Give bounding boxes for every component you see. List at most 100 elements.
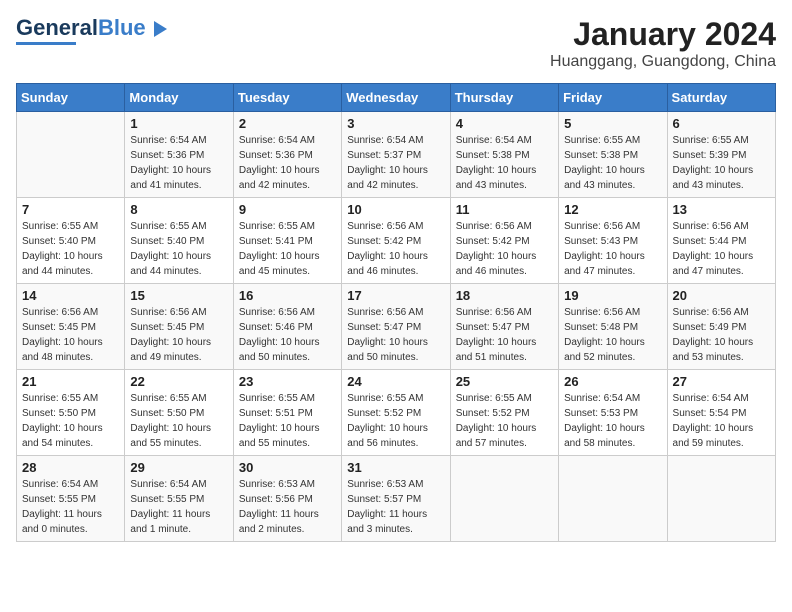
day-info: Sunrise: 6:54 AMSunset: 5:37 PMDaylight:… [347, 133, 444, 193]
logo-general: General [16, 15, 98, 40]
day-cell: 2 Sunrise: 6:54 AMSunset: 5:36 PMDaylight… [233, 112, 341, 198]
day-cell: 8 Sunrise: 6:55 AMSunset: 5:40 PMDaylight… [125, 198, 233, 284]
day-info: Sunrise: 6:56 AMSunset: 5:42 PMDaylight:… [347, 219, 444, 279]
day-number: 18 [456, 288, 553, 303]
day-info: Sunrise: 6:56 AMSunset: 5:47 PMDaylight:… [456, 305, 553, 365]
day-cell: 24Sunrise: 6:55 AMSunset: 5:52 PMDayligh… [342, 370, 450, 456]
header-cell-tuesday: Tuesday [233, 84, 341, 112]
day-info: Sunrise: 6:56 AMSunset: 5:46 PMDaylight:… [239, 305, 336, 365]
page-subtitle: Huanggang, Guangdong, China [550, 53, 776, 71]
day-cell: 9 Sunrise: 6:55 AMSunset: 5:41 PMDaylight… [233, 198, 341, 284]
day-info: Sunrise: 6:54 AMSunset: 5:55 PMDaylight:… [130, 477, 227, 537]
day-cell: 3 Sunrise: 6:54 AMSunset: 5:37 PMDaylight… [342, 112, 450, 198]
day-number: 3 [347, 116, 444, 131]
logo-line [16, 42, 76, 45]
day-cell: 28 Sunrise: 6:54 AMSunset: 5:55 PMDayligh… [17, 456, 125, 542]
day-info: Sunrise: 6:54 AMSunset: 5:38 PMDaylight:… [456, 133, 553, 193]
week-row-2: 7 Sunrise: 6:55 AMSunset: 5:40 PMDaylight… [17, 198, 776, 284]
day-info: Sunrise: 6:54 AMSunset: 5:36 PMDaylight:… [130, 133, 227, 193]
day-cell [559, 456, 667, 542]
day-info: Sunrise: 6:56 AMSunset: 5:48 PMDaylight:… [564, 305, 661, 365]
day-info: Sunrise: 6:55 AMSunset: 5:50 PMDaylight:… [22, 391, 119, 451]
day-info: Sunrise: 6:54 AMSunset: 5:55 PMDaylight:… [22, 477, 119, 537]
day-number: 26 [564, 374, 661, 389]
day-number: 9 [239, 202, 336, 217]
day-cell: 5 Sunrise: 6:55 AMSunset: 5:38 PMDaylight… [559, 112, 667, 198]
day-cell: 1 Sunrise: 6:54 AMSunset: 5:36 PMDaylight… [125, 112, 233, 198]
day-cell: 27 Sunrise: 6:54 AMSunset: 5:54 PMDayligh… [667, 370, 775, 456]
day-number: 16 [239, 288, 336, 303]
day-number: 8 [130, 202, 227, 217]
day-cell: 4Sunrise: 6:54 AMSunset: 5:38 PMDaylight… [450, 112, 558, 198]
day-cell: 23Sunrise: 6:55 AMSunset: 5:51 PMDayligh… [233, 370, 341, 456]
header-cell-thursday: Thursday [450, 84, 558, 112]
day-number: 21 [22, 374, 119, 389]
day-cell [450, 456, 558, 542]
day-info: Sunrise: 6:56 AMSunset: 5:47 PMDaylight:… [347, 305, 444, 365]
day-info: Sunrise: 6:53 AMSunset: 5:57 PMDaylight:… [347, 477, 444, 537]
day-info: Sunrise: 6:53 AMSunset: 5:56 PMDaylight:… [239, 477, 336, 537]
header-cell-monday: Monday [125, 84, 233, 112]
day-cell: 10Sunrise: 6:56 AMSunset: 5:42 PMDayligh… [342, 198, 450, 284]
day-number: 22 [130, 374, 227, 389]
day-number: 25 [456, 374, 553, 389]
day-number: 15 [130, 288, 227, 303]
title-block: January 2024 Huanggang, Guangdong, China [550, 16, 776, 71]
day-info: Sunrise: 6:55 AMSunset: 5:41 PMDaylight:… [239, 219, 336, 279]
day-cell: 31 Sunrise: 6:53 AMSunset: 5:57 PMDayligh… [342, 456, 450, 542]
day-cell: 25 Sunrise: 6:55 AMSunset: 5:52 PMDayligh… [450, 370, 558, 456]
day-number: 11 [456, 202, 553, 217]
day-number: 29 [130, 460, 227, 475]
day-number: 19 [564, 288, 661, 303]
day-cell: 6 Sunrise: 6:55 AMSunset: 5:39 PMDaylight… [667, 112, 775, 198]
day-number: 13 [673, 202, 770, 217]
day-cell: 14Sunrise: 6:56 AMSunset: 5:45 PMDayligh… [17, 284, 125, 370]
day-cell: 21 Sunrise: 6:55 AMSunset: 5:50 PMDayligh… [17, 370, 125, 456]
week-row-1: 1 Sunrise: 6:54 AMSunset: 5:36 PMDaylight… [17, 112, 776, 198]
day-cell: 16 Sunrise: 6:56 AMSunset: 5:46 PMDayligh… [233, 284, 341, 370]
day-info: Sunrise: 6:56 AMSunset: 5:44 PMDaylight:… [673, 219, 770, 279]
day-cell [17, 112, 125, 198]
page-title: January 2024 [550, 16, 776, 53]
day-number: 2 [239, 116, 336, 131]
day-info: Sunrise: 6:55 AMSunset: 5:40 PMDaylight:… [22, 219, 119, 279]
day-cell: 19 Sunrise: 6:56 AMSunset: 5:48 PMDayligh… [559, 284, 667, 370]
day-info: Sunrise: 6:55 AMSunset: 5:40 PMDaylight:… [130, 219, 227, 279]
day-cell: 11Sunrise: 6:56 AMSunset: 5:42 PMDayligh… [450, 198, 558, 284]
day-info: Sunrise: 6:54 AMSunset: 5:54 PMDaylight:… [673, 391, 770, 451]
day-number: 1 [130, 116, 227, 131]
day-number: 27 [673, 374, 770, 389]
logo: GeneralBlue [16, 16, 167, 45]
week-row-3: 14Sunrise: 6:56 AMSunset: 5:45 PMDayligh… [17, 284, 776, 370]
day-number: 5 [564, 116, 661, 131]
header-cell-friday: Friday [559, 84, 667, 112]
header-cell-wednesday: Wednesday [342, 84, 450, 112]
day-cell: 29 Sunrise: 6:54 AMSunset: 5:55 PMDayligh… [125, 456, 233, 542]
day-info: Sunrise: 6:54 AMSunset: 5:53 PMDaylight:… [564, 391, 661, 451]
day-number: 31 [347, 460, 444, 475]
day-number: 30 [239, 460, 336, 475]
day-number: 20 [673, 288, 770, 303]
day-info: Sunrise: 6:55 AMSunset: 5:52 PMDaylight:… [456, 391, 553, 451]
day-number: 7 [22, 202, 119, 217]
day-number: 17 [347, 288, 444, 303]
day-cell: 7 Sunrise: 6:55 AMSunset: 5:40 PMDaylight… [17, 198, 125, 284]
day-cell: 13 Sunrise: 6:56 AMSunset: 5:44 PMDayligh… [667, 198, 775, 284]
day-info: Sunrise: 6:54 AMSunset: 5:36 PMDaylight:… [239, 133, 336, 193]
day-info: Sunrise: 6:55 AMSunset: 5:38 PMDaylight:… [564, 133, 661, 193]
day-info: Sunrise: 6:55 AMSunset: 5:50 PMDaylight:… [130, 391, 227, 451]
week-row-4: 21 Sunrise: 6:55 AMSunset: 5:50 PMDayligh… [17, 370, 776, 456]
day-cell: 20 Sunrise: 6:56 AMSunset: 5:49 PMDayligh… [667, 284, 775, 370]
day-cell: 22 Sunrise: 6:55 AMSunset: 5:50 PMDayligh… [125, 370, 233, 456]
day-cell: 30 Sunrise: 6:53 AMSunset: 5:56 PMDayligh… [233, 456, 341, 542]
day-number: 6 [673, 116, 770, 131]
day-number: 14 [22, 288, 119, 303]
day-info: Sunrise: 6:56 AMSunset: 5:49 PMDaylight:… [673, 305, 770, 365]
day-info: Sunrise: 6:56 AMSunset: 5:43 PMDaylight:… [564, 219, 661, 279]
week-row-5: 28 Sunrise: 6:54 AMSunset: 5:55 PMDayligh… [17, 456, 776, 542]
day-cell: 12Sunrise: 6:56 AMSunset: 5:43 PMDayligh… [559, 198, 667, 284]
day-number: 23 [239, 374, 336, 389]
day-number: 28 [22, 460, 119, 475]
day-info: Sunrise: 6:55 AMSunset: 5:39 PMDaylight:… [673, 133, 770, 193]
day-cell: 18 Sunrise: 6:56 AMSunset: 5:47 PMDayligh… [450, 284, 558, 370]
